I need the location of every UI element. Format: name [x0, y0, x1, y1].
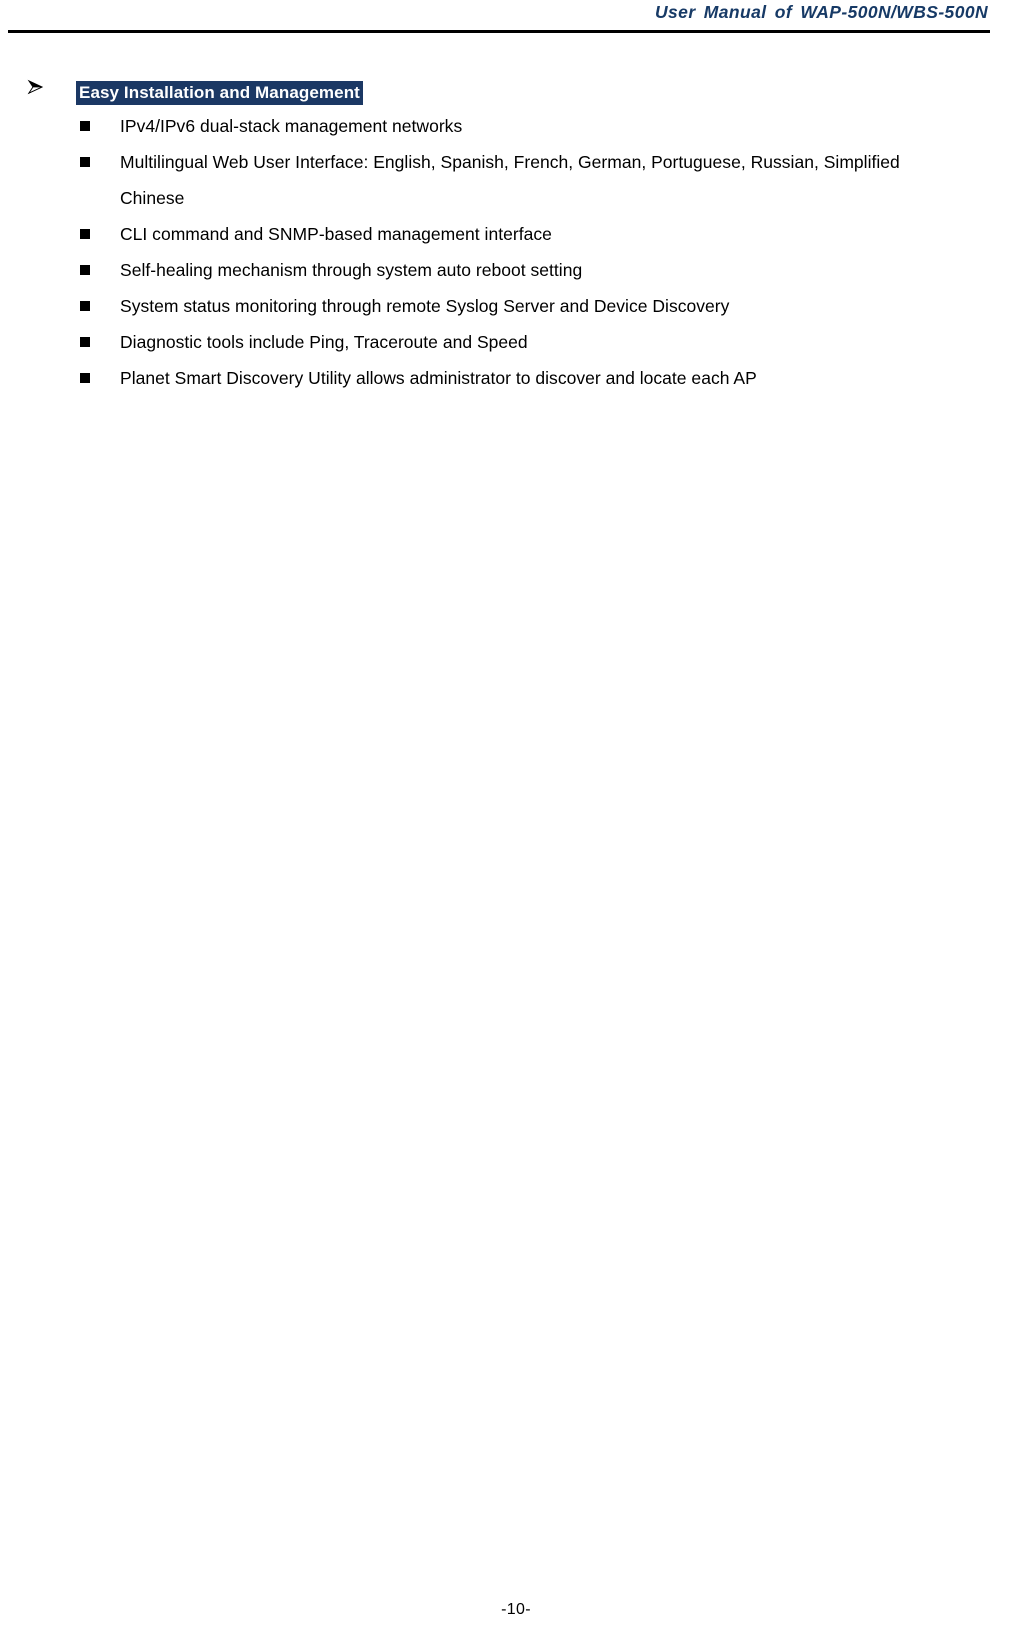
- list-item-text: Planet Smart Discovery Utility allows ad…: [120, 368, 757, 388]
- page-footer: -10-: [0, 1601, 1032, 1619]
- page-content: Easy Installation and Management IPv4/IP…: [0, 74, 1032, 396]
- list-item: CLI command and SNMP-based management in…: [0, 216, 1032, 252]
- page-number: -10-: [501, 1601, 531, 1618]
- list-item-text: Multilingual Web User Interface: English…: [120, 152, 900, 208]
- header-divider: [8, 30, 990, 33]
- document-title: User Manual of WAP-500N/WBS-500N: [655, 2, 988, 22]
- list-item: Self-healing mechanism through system au…: [0, 252, 1032, 288]
- square-bullet-icon: [80, 337, 90, 347]
- arrow-bullet-icon: [26, 77, 48, 99]
- list-item-text: IPv4/IPv6 dual-stack management networks: [120, 116, 463, 136]
- feature-bullet-list: IPv4/IPv6 dual-stack management networks…: [0, 108, 1032, 396]
- page-header: User Manual of WAP-500N/WBS-500N: [0, 0, 1032, 34]
- list-item-text: System status monitoring through remote …: [120, 296, 730, 316]
- square-bullet-icon: [80, 121, 90, 131]
- list-item-text: Diagnostic tools include Ping, Tracerout…: [120, 332, 528, 352]
- square-bullet-icon: [80, 157, 90, 167]
- square-bullet-icon: [80, 301, 90, 311]
- list-item-text: CLI command and SNMP-based management in…: [120, 224, 552, 244]
- square-bullet-icon: [80, 229, 90, 239]
- square-bullet-icon: [80, 373, 90, 383]
- list-item-text: Self-healing mechanism through system au…: [120, 260, 583, 280]
- square-bullet-icon: [80, 265, 90, 275]
- list-item: Planet Smart Discovery Utility allows ad…: [0, 360, 1032, 396]
- list-item: IPv4/IPv6 dual-stack management networks: [0, 108, 1032, 144]
- list-item: Multilingual Web User Interface: English…: [0, 144, 1032, 216]
- section-heading-row: Easy Installation and Management: [0, 74, 1032, 108]
- list-item: System status monitoring through remote …: [0, 288, 1032, 324]
- list-item: Diagnostic tools include Ping, Tracerout…: [0, 324, 1032, 360]
- section-heading: Easy Installation and Management: [76, 81, 363, 105]
